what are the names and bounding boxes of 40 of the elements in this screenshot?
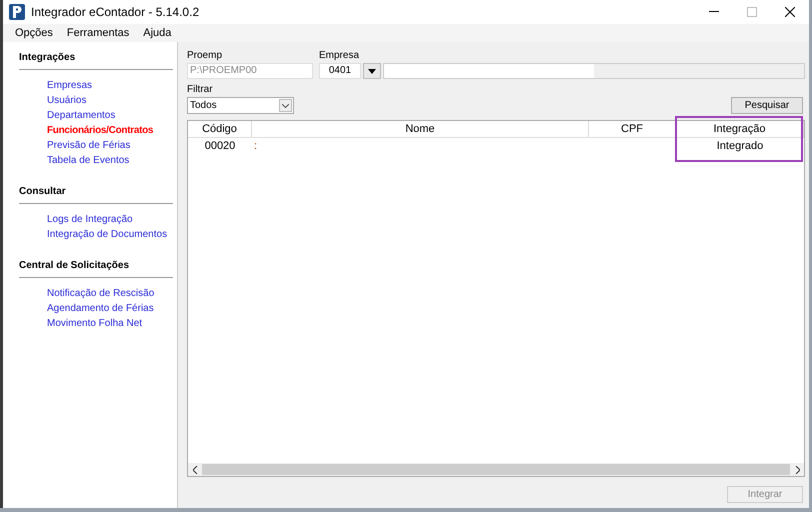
proemp-field[interactable]: P:\PROEMP00 [187, 63, 313, 79]
filter-dropdown[interactable]: Todos [187, 97, 294, 114]
menu-item[interactable]: Ajuda [143, 24, 172, 42]
menu-item[interactable]: Ferramentas [66, 24, 130, 42]
sidebar-link[interactable]: Notificação de Rescisão [47, 286, 154, 301]
column-header[interactable]: Integração [676, 121, 804, 137]
section-title: Central de Solicitações [19, 258, 173, 278]
column-header[interactable]: CPF [589, 121, 676, 137]
sidebar-link[interactable]: Logs de Integração [47, 212, 133, 227]
sidebar-link[interactable]: Tabela de Eventos [47, 153, 130, 168]
close-icon [785, 7, 795, 17]
section-title: Integrações [19, 50, 173, 70]
field-label: Filtrar [187, 83, 214, 97]
sidebar-link[interactable]: Funcionários/Contratos [47, 123, 154, 138]
sidebar-link[interactable]: Agendamento de Férias [47, 301, 154, 316]
chevron-down-icon [279, 99, 292, 112]
sidebar-link[interactable]: Integração de Documentos [47, 227, 168, 242]
field-label: Proemp [187, 49, 224, 63]
column-header[interactable]: Código [188, 121, 252, 137]
sidebar-link[interactable]: Usuários [47, 93, 86, 108]
dropdown-button[interactable] [363, 63, 381, 79]
menu-item[interactable]: Opções [15, 24, 53, 42]
maximize-icon [747, 7, 757, 17]
search-button[interactable]: Pesquisar [731, 97, 803, 114]
field-label: Empresa [319, 49, 360, 63]
empresa-field[interactable]: 0401 [319, 63, 361, 79]
app-logo-icon [9, 4, 25, 20]
section-title: Consultar [19, 184, 173, 204]
table-cell: : [254, 140, 258, 152]
sidebar-link[interactable]: Previsão de Férias [47, 138, 130, 153]
caret-down-icon [368, 68, 376, 74]
column-header[interactable]: Nome [252, 121, 589, 137]
sidebar-link[interactable]: Empresas [47, 78, 92, 93]
table-cell: Integrado [716, 140, 764, 152]
sidebar-link[interactable]: Departamentos [47, 108, 116, 123]
company-name-field[interactable] [383, 63, 805, 79]
minimize-icon [709, 11, 719, 13]
window-title: Integrador eContador - 5.14.0.2 [31, 4, 200, 21]
sidebar-link[interactable]: Movimento Folha Net [47, 316, 142, 331]
table-cell: 00020 [204, 140, 236, 152]
